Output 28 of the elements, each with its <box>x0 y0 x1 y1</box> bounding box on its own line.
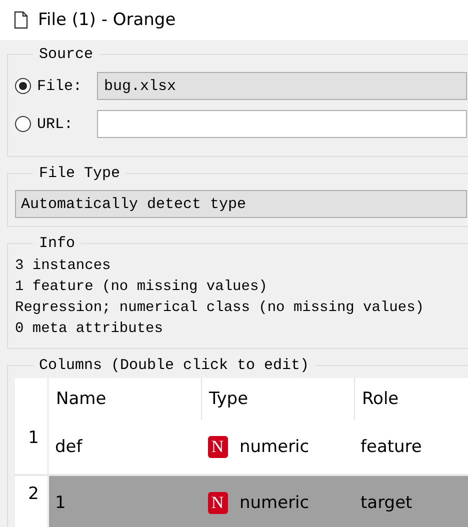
column-header[interactable]: Name <box>48 378 202 420</box>
info-line: 3 instances <box>15 257 112 276</box>
window-title: File (1) - Orange <box>38 10 176 30</box>
type-badge: N <box>208 492 228 514</box>
group-title: Info <box>38 235 76 252</box>
type-badge: N <box>208 436 228 458</box>
column-header[interactable]: Type <box>202 378 354 420</box>
document-icon <box>14 11 28 29</box>
url-field[interactable] <box>97 110 467 138</box>
table-cell: numeric <box>240 493 310 513</box>
info-line: 0 meta attributes <box>15 320 164 339</box>
radio-button[interactable] <box>15 116 31 132</box>
table-cell: numeric <box>240 437 310 457</box>
group-title: Source <box>38 46 94 63</box>
file-combo-box[interactable]: bug.xlsx <box>97 72 467 100</box>
row-number[interactable]: 1 <box>15 420 48 475</box>
table-cell: target <box>354 475 468 527</box>
row-number[interactable]: 2 <box>15 475 48 527</box>
radio-button[interactable] <box>15 78 31 94</box>
group-title: File Type <box>38 165 122 182</box>
column-header[interactable]: Role <box>354 378 468 420</box>
table-cell: 1 <box>48 475 202 527</box>
group-title: Columns (Double click to edit) <box>38 357 310 374</box>
radio-label: File: <box>37 78 84 94</box>
info-line: Regression; numerical class (no missing values) <box>15 299 425 318</box>
info-line: 1 feature (no missing values) <box>15 278 268 297</box>
radio-label: URL: <box>37 116 74 132</box>
file-type-dropdown[interactable]: Automatically detect type <box>15 190 467 218</box>
